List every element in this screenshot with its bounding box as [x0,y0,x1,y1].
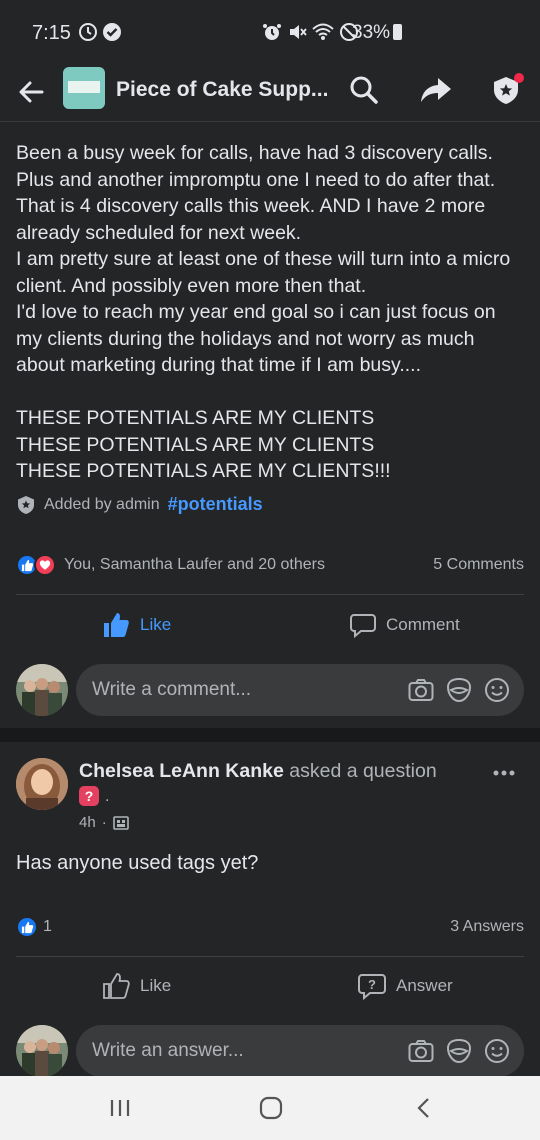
answer-count[interactable]: 3 Answers [450,918,524,936]
answer-placeholder: Write an answer... [92,1040,244,1061]
svg-text:?: ? [368,977,376,992]
like-label: Like [140,615,172,634]
answer-icon: ? [358,974,386,1000]
emoji-icon[interactable] [484,1038,510,1064]
sync-icon [79,23,97,41]
post-text: Been a busy week for calls, have had 3 d… [16,142,511,482]
admin-shield-icon[interactable] [488,72,524,108]
wifi-icon [312,23,334,40]
group-thumbnail[interactable] [63,67,105,109]
battery-icon [393,24,402,40]
post-separator [0,728,540,742]
added-by-text: Added by admin [44,495,160,513]
status-bar: 7:15 33% [0,0,540,62]
question-action-row: Like ? Answer [0,961,540,1011]
divider [16,594,524,595]
alarm-icon [263,24,281,40]
post-action-row: Like Comment [0,600,540,650]
battery-percent: 33% [352,22,391,43]
post-time-row: 4h · [79,814,129,831]
answer-label: Answer [396,976,453,995]
status-time: 7:15 [32,22,71,44]
question-text: Has anyone used tags yet? [16,852,259,874]
added-by-row: Added by admin #potentials [16,494,263,515]
question-badge-icon: ? [79,786,99,806]
reaction-count[interactable]: 1 [43,918,52,936]
comment-composer: Write a comment... [16,664,524,718]
question-post-header: Chelsea LeAnn Kanke asked a question ? .… [16,758,524,838]
gif-icon[interactable] [446,1038,472,1064]
author-name[interactable]: Chelsea LeAnn Kanke [79,760,284,782]
post-time[interactable]: 4h [79,814,96,831]
comment-label: Comment [386,615,460,634]
comment-icon [350,614,376,638]
privacy-icon [112,815,129,830]
like-label: Like [140,976,172,995]
camera-icon[interactable] [408,677,434,703]
gif-icon[interactable] [446,677,472,703]
answer-composer: Write an answer... [16,1025,524,1079]
answer-input[interactable]: Write an answer... [76,1025,524,1077]
like-icon [104,613,129,637]
like-reaction-icon [16,916,38,938]
like-button[interactable]: Like [102,961,171,1011]
emoji-icon[interactable] [484,677,510,703]
love-reaction-icon [34,554,56,576]
question-reactions-row[interactable]: 1 3 Answers [16,916,524,940]
comment-button[interactable]: Comment [350,600,460,650]
check-circle-icon [103,23,121,41]
comment-input[interactable]: Write a comment... [76,664,524,716]
comment-count[interactable]: 5 Comments [433,556,524,574]
author-line: Chelsea LeAnn Kanke asked a question [79,760,437,783]
user-avatar[interactable] [16,664,68,716]
author-action: asked a question [289,760,437,782]
home-icon[interactable] [258,1094,284,1122]
badge-dot: . [105,788,110,805]
comment-placeholder: Write a comment... [92,679,252,700]
system-nav-bar [0,1076,540,1140]
admin-shield-icon [18,495,34,514]
like-button[interactable]: Like [102,600,171,650]
mute-icon [290,25,307,39]
author-avatar[interactable] [16,758,68,810]
more-options-button[interactable] [492,758,516,784]
back-nav-icon[interactable] [412,1094,436,1122]
more-icon [493,770,515,776]
search-icon[interactable] [346,72,382,108]
share-icon[interactable] [418,72,454,108]
camera-icon[interactable] [408,1038,434,1064]
recent-apps-icon[interactable] [108,1094,132,1122]
answer-button[interactable]: ? Answer [358,961,453,1011]
reactions-text[interactable]: You, Samantha Laufer and 20 others [64,556,325,574]
reactions-row[interactable]: You, Samantha Laufer and 20 others 5 Com… [16,554,524,578]
app-header: Piece of Cake Supp... [0,62,540,122]
like-icon [103,973,130,999]
divider [16,956,524,957]
hashtag-link[interactable]: #potentials [168,494,263,515]
group-title[interactable]: Piece of Cake Supp... [116,78,328,102]
back-arrow-icon[interactable] [14,74,50,110]
user-avatar[interactable] [16,1025,68,1077]
